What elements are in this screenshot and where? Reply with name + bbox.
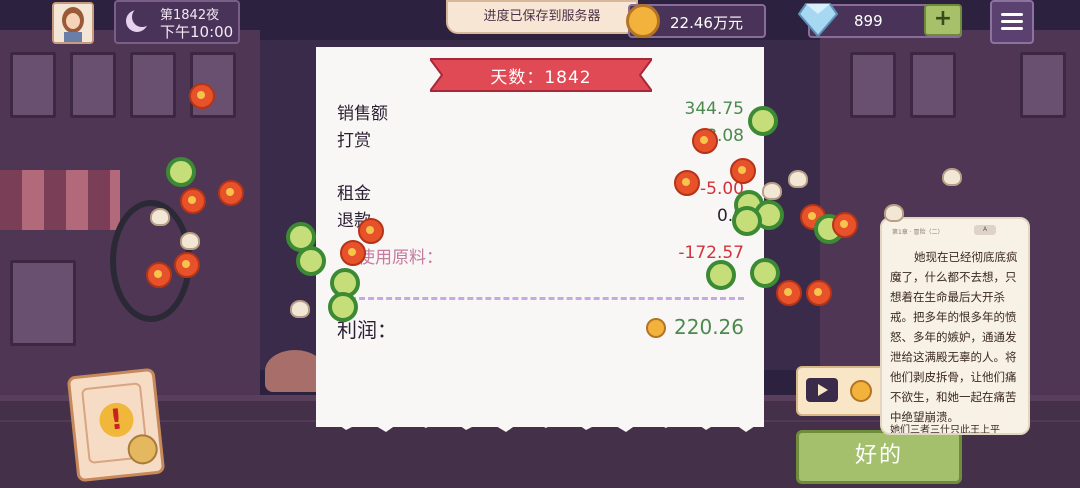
window — [850, 52, 896, 118]
receipt-divider — [332, 297, 744, 300]
garlic-clove — [762, 182, 782, 200]
day-time-panel: 第1842夜 下午10:00 — [114, 0, 240, 44]
menu-icon — [1001, 27, 1023, 30]
pepper-slice — [296, 246, 326, 276]
tomato-slice — [189, 83, 215, 109]
garlic-clove — [290, 300, 310, 318]
sales-label: 销售额 — [337, 104, 388, 124]
pepper-slice — [732, 206, 762, 236]
story-header: 第1章 · 冒险（二） — [892, 229, 944, 236]
tips-label: 打赏 — [337, 131, 371, 151]
watch-video-button[interactable] — [796, 366, 890, 416]
tomato-slice — [340, 240, 366, 266]
tomato-slice — [218, 180, 244, 206]
ok-button[interactable]: 好的 — [796, 430, 962, 484]
garlic-clove — [180, 232, 200, 250]
tomato-slice — [806, 280, 832, 306]
sales-value: 344.75 — [684, 99, 744, 119]
player-avatar[interactable] — [52, 2, 94, 44]
money-counter: 22.46万元 — [626, 4, 766, 38]
menu-icon — [1001, 13, 1023, 16]
rent-value: -5.00 — [700, 179, 744, 199]
tomato-slice — [776, 280, 802, 306]
buy-gems-button[interactable]: + — [924, 4, 962, 36]
save-toast: 进度已保存到服务器 — [446, 0, 638, 34]
garlic-clove — [150, 208, 170, 226]
story-tail-text: 她们三者三什只此王上平 — [890, 425, 1000, 435]
day-banner-text: 天数：1842 — [490, 68, 592, 88]
garlic-clove — [942, 168, 962, 186]
video-icon — [806, 378, 838, 402]
window — [130, 52, 176, 118]
receipt-torn-edge — [316, 410, 764, 432]
menu-button[interactable] — [990, 0, 1034, 44]
garlic-clove — [788, 170, 808, 188]
story-popup[interactable]: 第1章 · 冒险（二） A 她现在已经彻底底疯魔了，什么都不去想，只想着在生命最… — [880, 217, 1030, 435]
awning — [0, 170, 120, 230]
window — [1020, 52, 1066, 118]
window — [70, 52, 116, 118]
gem-value: 899 — [854, 12, 883, 30]
money-value: 22.46万元 — [670, 14, 743, 32]
pepper-slice — [706, 260, 736, 290]
pepper-slice — [750, 258, 780, 288]
pepper-slice — [748, 106, 778, 136]
moon-badge-icon — [126, 432, 160, 466]
pepper-slice — [166, 157, 196, 187]
story-tag: A — [974, 225, 996, 235]
refund-value: 0.0 — [716, 206, 744, 226]
moon-icon — [126, 8, 150, 32]
tomato-slice — [358, 218, 384, 244]
window — [10, 52, 56, 118]
avatar-portrait — [54, 4, 92, 42]
menu-icon — [1001, 20, 1023, 23]
tomato-slice — [180, 188, 206, 214]
window — [910, 52, 956, 118]
coin-icon — [626, 4, 660, 38]
garlic-clove — [884, 204, 904, 222]
diamond-icon — [798, 3, 838, 38]
ingredients-label: 使用原料： — [358, 248, 443, 268]
tomato-slice — [674, 170, 700, 196]
rent-label: 租金 — [337, 184, 371, 204]
tomato-slice — [174, 252, 200, 278]
time-label: 下午10:00 — [160, 23, 234, 41]
window — [10, 260, 76, 346]
alert-card-button[interactable]: ! — [66, 367, 166, 483]
profit-value: 220.26 — [674, 315, 744, 339]
story-text: 她现在已经彻底底疯魔了，什么都不去想，只想着在生命最后大开杀戒。把多年的恨多年的… — [890, 250, 1018, 424]
tomato-slice — [146, 262, 172, 288]
tomato-slice — [832, 212, 858, 238]
pepper-slice — [328, 292, 358, 322]
tomato-slice — [692, 128, 718, 154]
coin-icon — [850, 380, 872, 402]
alert-icon: ! — [97, 401, 136, 439]
tomato-slice — [730, 158, 756, 184]
